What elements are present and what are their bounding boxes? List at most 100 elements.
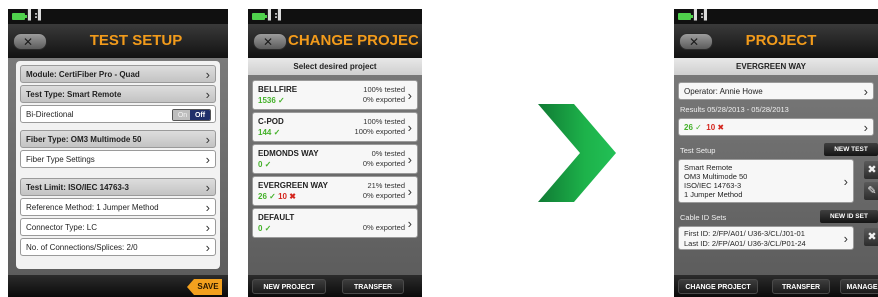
pass-count-value: 0: [258, 224, 263, 233]
reference-method-label: Reference Method: 1 Jumper Method: [26, 203, 159, 212]
chevron-right-icon: ›: [863, 84, 868, 99]
new-test-button[interactable]: NEW TEST: [824, 143, 878, 156]
results-row[interactable]: 26 ✓ 10 ✖ ›: [678, 118, 874, 136]
exported-percent: 0% exported: [362, 95, 405, 104]
transfer-button[interactable]: TRANSFER: [342, 279, 404, 294]
pass-count: 0 ✓: [258, 160, 272, 169]
pass-count-value: 26: [258, 192, 267, 201]
module-row[interactable]: Module: CertiFiber Pro - Quad ›: [20, 65, 216, 83]
fiber-type-row[interactable]: Fiber Type: OM3 Multimode 50 ›: [20, 130, 216, 148]
project-item-c-pod[interactable]: C-POD 100% tested 100% exported › 144 ✓: [252, 112, 418, 142]
edit-icon[interactable]: ✎: [864, 182, 878, 200]
chevron-right-icon: ›: [407, 184, 412, 199]
test-setup-details: Smart Remote OM3 Multimode 50 ISO/IEC 14…: [684, 163, 747, 199]
setup-line: 1 Jumper Method: [684, 190, 743, 199]
pass-count-value: 0: [258, 160, 263, 169]
status-bar: ▌:▌: [248, 9, 422, 24]
connections-splices-row[interactable]: No. of Connections/Splices: 2/0 ›: [20, 238, 216, 256]
exported-percent: 100% exported: [354, 127, 405, 136]
connector-type-label: Connector Type: LC: [26, 223, 98, 232]
chevron-right-icon: ›: [205, 152, 210, 167]
bidirectional-toggle[interactable]: On Off: [172, 109, 211, 121]
fail-count: 10 ✖: [278, 192, 296, 201]
status-icons: ▌:▌: [28, 10, 44, 21]
bottom-bar: SAVE: [8, 275, 228, 297]
page-title: CHANGE PROJECT: [288, 32, 418, 49]
project-status: 100% tested 100% exported: [355, 117, 405, 137]
project-item-bellfire[interactable]: BELLFIRE 100% tested 0% exported › 1536 ✓: [252, 80, 418, 110]
body-area: Module: CertiFiber Pro - Quad › Test Typ…: [8, 58, 228, 275]
chevron-right-icon: ›: [407, 120, 412, 135]
chevron-right-icon: ›: [863, 120, 868, 135]
back-button[interactable]: ✕: [679, 33, 713, 50]
test-type-label: Test Type: Smart Remote: [26, 90, 122, 99]
connections-splices-label: No. of Connections/Splices: 2/0: [26, 243, 138, 252]
chevron-right-icon: ›: [205, 220, 210, 235]
project-name: C-POD: [258, 117, 284, 126]
new-id-set-button[interactable]: NEW ID SET: [820, 210, 878, 223]
chevron-right-icon: ›: [205, 67, 210, 82]
setup-line: Smart Remote: [684, 163, 733, 172]
pass-count: 0 ✓: [258, 224, 272, 233]
settings-panel: Module: CertiFiber Pro - Quad › Test Typ…: [16, 61, 220, 269]
project-item-default[interactable]: DEFAULT 0% exported › 0 ✓: [252, 208, 418, 238]
operator-row[interactable]: Operator: Annie Howe ›: [678, 82, 874, 100]
project-status: 21% tested 0% exported: [363, 181, 405, 201]
body-area: Select desired project BELLFIRE 100% tes…: [248, 58, 422, 275]
back-button[interactable]: ✕: [13, 33, 47, 50]
cable-id-details: First ID: 2/FP/A01/ U36-3/CL/J01-01 Last…: [684, 229, 806, 249]
reference-method-row[interactable]: Reference Method: 1 Jumper Method ›: [20, 198, 216, 216]
pass-count: 1536 ✓: [258, 96, 285, 105]
delete-icon[interactable]: ✖: [864, 161, 878, 179]
bidirectional-row: Bi-Directional On Off: [20, 105, 216, 123]
transfer-button[interactable]: TRANSFER: [772, 279, 830, 294]
pass-count-value: 26: [684, 123, 693, 132]
project-status: 0% exported: [363, 223, 405, 233]
project-name: DEFAULT: [258, 213, 295, 222]
bottom-bar: CHANGE PROJECT TRANSFER MANAGE: [674, 275, 878, 297]
back-icon: ✕: [263, 35, 274, 49]
tested-percent: 100% tested: [363, 117, 405, 126]
connector-type-row[interactable]: Connector Type: LC ›: [20, 218, 216, 236]
project-item-edmonds-way[interactable]: EDMONDS WAY 0% tested 0% exported › 0 ✓: [252, 144, 418, 174]
chevron-right-icon: ›: [205, 132, 210, 147]
toggle-off-label: Off: [190, 110, 210, 120]
fail-count-value: 10: [706, 123, 716, 132]
battery-icon: [12, 13, 27, 20]
fiber-type-settings-row[interactable]: Fiber Type Settings ›: [20, 150, 216, 168]
chevron-right-icon: ›: [843, 231, 848, 246]
test-limit-row[interactable]: Test Limit: ISO/IEC 14763-3 ›: [20, 178, 216, 196]
cable-id-set-card[interactable]: First ID: 2/FP/A01/ U36-3/CL/J01-01 Last…: [678, 226, 854, 250]
result-counts: 26 ✓ 10 ✖: [684, 119, 724, 136]
result-counts: 26 ✓ 10 ✖: [258, 192, 296, 201]
test-type-row[interactable]: Test Type: Smart Remote ›: [20, 85, 216, 103]
project-item-evergreen-way[interactable]: EVERGREEN WAY 21% tested 0% exported › 26…: [252, 176, 418, 206]
exported-percent: 0% exported: [362, 191, 405, 200]
change-project-button[interactable]: CHANGE PROJECT: [678, 279, 758, 294]
bidirectional-label: Bi-Directional: [26, 110, 74, 119]
pass-count-value: 144: [258, 128, 272, 137]
title-bar: ✕ TEST SETUP: [8, 24, 228, 58]
exported-percent: 0% exported: [362, 159, 405, 168]
battery-icon: [678, 13, 693, 20]
test-setup-card[interactable]: Smart Remote OM3 Multimode 50 ISO/IEC 14…: [678, 159, 854, 203]
first-id: First ID: 2/FP/A01/ U36-3/CL/J01-01: [684, 229, 805, 238]
delete-icon[interactable]: ✖: [864, 228, 878, 246]
fail-count-value: 10: [278, 192, 287, 201]
bottom-bar: NEW PROJECT TRANSFER: [248, 275, 422, 297]
new-project-button[interactable]: NEW PROJECT: [252, 279, 326, 294]
back-icon: ✕: [689, 35, 700, 49]
manage-button[interactable]: MANAGE: [840, 279, 878, 294]
tested-percent: 0% tested: [371, 149, 405, 158]
fiber-type-settings-label: Fiber Type Settings: [26, 155, 95, 164]
chevron-right-icon: ›: [407, 216, 412, 231]
test-limit-label: Test Limit: ISO/IEC 14763-3: [26, 183, 129, 192]
setup-line: ISO/IEC 14763-3: [684, 181, 742, 190]
back-button[interactable]: ✕: [253, 33, 287, 50]
status-icons: ▌:▌: [694, 10, 710, 21]
body-area: EVERGREEN WAY Operator: Annie Howe › Res…: [674, 58, 878, 275]
project-name: BELLFIRE: [258, 85, 298, 94]
save-button[interactable]: SAVE: [187, 279, 222, 295]
select-project-prompt: Select desired project: [248, 58, 422, 75]
tested-percent: 21% tested: [367, 181, 405, 190]
